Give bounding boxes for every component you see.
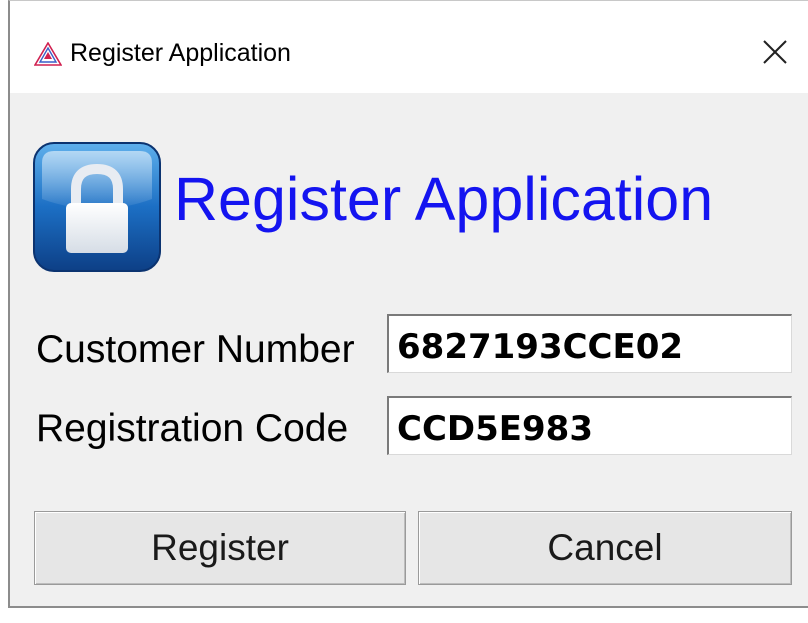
window-title: Register Application [70, 39, 291, 67]
registration-code-label: Registration Code [36, 407, 349, 450]
title-bar[interactable]: Register Application [10, 1, 808, 93]
customer-number-label: Customer Number [36, 328, 355, 371]
close-button[interactable] [742, 21, 808, 87]
customer-number-field[interactable] [387, 314, 792, 373]
cancel-button[interactable]: Cancel [418, 511, 792, 585]
register-dialog: Register Application Register Applicatio… [8, 0, 808, 608]
registration-code-field[interactable] [387, 396, 792, 455]
dialog-heading: Register Application [174, 165, 714, 233]
close-icon [762, 39, 788, 69]
triangle-logo-icon [33, 41, 63, 66]
register-button[interactable]: Register [34, 511, 406, 585]
padlock-icon [32, 141, 162, 273]
